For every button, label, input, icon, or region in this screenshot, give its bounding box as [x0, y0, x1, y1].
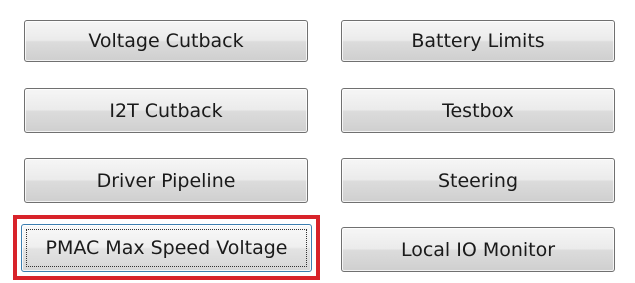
i2t-cutback-button[interactable]: I2T Cutback [24, 88, 308, 133]
local-io-monitor-button[interactable]: Local IO Monitor [341, 227, 615, 272]
i2t-cutback-label: I2T Cutback [109, 99, 223, 122]
steering-label: Steering [437, 169, 519, 192]
steering-button[interactable]: Steering [341, 158, 615, 203]
testbox-button[interactable]: Testbox [341, 88, 615, 133]
button-panel: Voltage Cutback Battery Limits I2T Cutba… [0, 0, 635, 283]
pmac-max-speed-voltage-label: PMAC Max Speed Voltage [45, 237, 288, 259]
driver-pipeline-label: Driver Pipeline [96, 169, 236, 192]
voltage-cutback-button[interactable]: Voltage Cutback [24, 20, 308, 62]
local-io-monitor-label: Local IO Monitor [400, 238, 556, 261]
battery-limits-button[interactable]: Battery Limits [341, 20, 615, 62]
driver-pipeline-button[interactable]: Driver Pipeline [24, 158, 308, 203]
pmac-max-speed-voltage-button[interactable]: PMAC Max Speed Voltage [21, 224, 312, 272]
voltage-cutback-label: Voltage Cutback [88, 30, 244, 52]
testbox-label: Testbox [442, 99, 514, 122]
battery-limits-label: Battery Limits [411, 30, 545, 52]
